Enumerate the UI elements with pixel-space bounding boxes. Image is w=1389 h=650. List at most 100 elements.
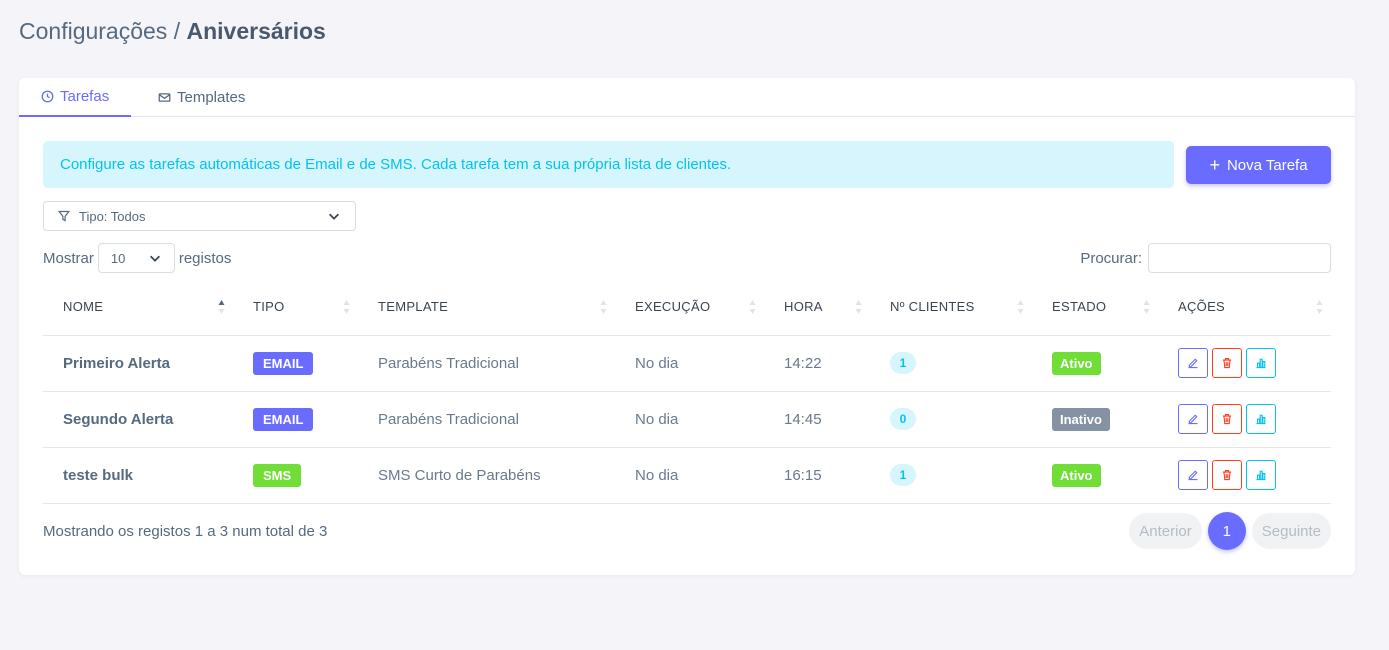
sort-icon xyxy=(343,300,350,314)
type-filter-select[interactable]: Tipo: Todos xyxy=(43,201,356,231)
col-header-hora[interactable]: HORA xyxy=(764,279,870,336)
sort-icon xyxy=(855,300,862,314)
breadcrumb-current: Aniversários xyxy=(186,18,326,44)
col-header-acoes[interactable]: AÇÕES xyxy=(1158,279,1331,336)
length-prefix: Mostrar xyxy=(43,249,94,267)
new-task-label: Nova Tarefa xyxy=(1226,156,1308,174)
clients-cell: 1 xyxy=(870,447,1032,504)
table-row: teste bulk SMS SMS Curto de Parabéns No … xyxy=(43,447,1331,504)
length-suffix: registos xyxy=(178,249,232,267)
pagination: Anterior 1 Seguinte xyxy=(1129,512,1331,550)
time-cell: 14:45 xyxy=(764,391,870,448)
clients-count-badge: 0 xyxy=(890,408,916,430)
pagination-page-1[interactable]: 1 xyxy=(1207,512,1246,550)
stats-button[interactable] xyxy=(1246,404,1276,434)
sort-icon xyxy=(749,300,756,314)
state-cell: Ativo xyxy=(1032,447,1158,504)
bar-chart-icon xyxy=(1256,358,1266,369)
page-length-control: Mostrar 10 registos xyxy=(43,243,231,273)
col-header-execucao[interactable]: EXECUÇÃO xyxy=(615,279,764,336)
type-badge: SMS xyxy=(253,463,302,487)
table-row: Segundo Alerta EMAIL Parabéns Tradiciona… xyxy=(43,391,1331,448)
page-title: Configurações / Aniversários xyxy=(19,18,326,45)
time-cell: 14:22 xyxy=(764,335,870,392)
edit-icon xyxy=(1188,470,1198,481)
execution-cell: No dia xyxy=(615,447,764,504)
execution-cell: No dia xyxy=(615,391,764,448)
tasks-card: Tarefas Templates Configure as tarefas a… xyxy=(19,78,1355,575)
pagination-prev-button[interactable]: Anterior xyxy=(1129,513,1202,549)
page-length-value: 10 xyxy=(110,250,126,266)
tab-tarefas-label: Tarefas xyxy=(60,88,110,105)
tab-templates[interactable]: Templates xyxy=(158,78,245,117)
breadcrumb-parent: Configurações / xyxy=(19,18,181,44)
clients-count-badge: 1 xyxy=(890,464,916,486)
bar-chart-icon xyxy=(1256,414,1266,425)
status-badge: Ativo xyxy=(1052,351,1101,375)
table-header-row: NOME TIPO TEMPLATE EXECUÇÃO HORA Nº CLIE… xyxy=(43,279,1331,336)
info-alert: Configure as tarefas automáticas de Emai… xyxy=(43,141,1174,188)
type-cell: SMS xyxy=(233,447,358,504)
col-header-template[interactable]: TEMPLATE xyxy=(358,279,615,336)
edit-button[interactable] xyxy=(1178,404,1208,434)
trash-icon xyxy=(1222,413,1232,425)
type-cell: EMAIL xyxy=(233,335,358,392)
template-cell: SMS Curto de Parabéns xyxy=(358,447,615,504)
new-task-button[interactable]: + Nova Tarefa xyxy=(1186,146,1331,184)
clients-cell: 1 xyxy=(870,335,1032,392)
task-name: Primeiro Alerta xyxy=(43,335,233,392)
status-badge: Inativo xyxy=(1052,407,1110,431)
table-info-text: Mostrando os registos 1 a 3 num total de… xyxy=(43,523,328,540)
clients-cell: 0 xyxy=(870,391,1032,448)
sort-icon xyxy=(1316,300,1323,314)
tab-bar: Tarefas Templates xyxy=(19,78,1355,117)
col-header-clientes[interactable]: Nº CLIENTES xyxy=(870,279,1032,336)
delete-button[interactable] xyxy=(1212,460,1242,490)
bar-chart-icon xyxy=(1256,470,1266,481)
type-filter-label: Tipo: Todos xyxy=(79,208,146,224)
sort-icon xyxy=(1017,300,1024,314)
trash-icon xyxy=(1222,357,1232,369)
state-cell: Ativo xyxy=(1032,335,1158,392)
edit-icon xyxy=(1188,358,1198,369)
task-name: Segundo Alerta xyxy=(43,391,233,448)
actions-cell xyxy=(1158,391,1331,448)
tab-tarefas[interactable]: Tarefas xyxy=(19,78,132,117)
clients-count-badge: 1 xyxy=(890,352,916,374)
delete-button[interactable] xyxy=(1212,404,1242,434)
edit-button[interactable] xyxy=(1178,348,1208,378)
col-header-nome[interactable]: NOME xyxy=(43,279,233,336)
clock-icon xyxy=(41,90,54,103)
template-cell: Parabéns Tradicional xyxy=(358,391,615,448)
filter-icon xyxy=(58,210,70,222)
status-badge: Ativo xyxy=(1052,463,1101,487)
col-header-estado[interactable]: ESTADO xyxy=(1032,279,1158,336)
table-row: Primeiro Alerta EMAIL Parabéns Tradicion… xyxy=(43,335,1331,392)
stats-button[interactable] xyxy=(1246,348,1276,378)
task-name: teste bulk xyxy=(43,447,233,504)
sort-icon xyxy=(1143,300,1150,314)
actions-cell xyxy=(1158,447,1331,504)
sort-asc-icon xyxy=(218,300,225,314)
type-badge: EMAIL xyxy=(253,407,314,431)
tasks-table: NOME TIPO TEMPLATE EXECUÇÃO HORA Nº CLIE… xyxy=(43,279,1331,504)
plus-icon: + xyxy=(1209,155,1220,175)
page-length-select[interactable]: 10 xyxy=(97,243,175,273)
state-cell: Inativo xyxy=(1032,391,1158,448)
chevron-down-icon xyxy=(329,213,339,220)
edit-button[interactable] xyxy=(1178,460,1208,490)
time-cell: 16:15 xyxy=(764,447,870,504)
tab-templates-label: Templates xyxy=(177,89,246,106)
sort-icon xyxy=(600,300,607,314)
search-input[interactable] xyxy=(1148,243,1331,273)
actions-cell xyxy=(1158,335,1331,392)
search-control: Procurar: xyxy=(1080,243,1331,273)
envelope-icon xyxy=(158,93,171,102)
template-cell: Parabéns Tradicional xyxy=(358,335,615,392)
col-header-tipo[interactable]: TIPO xyxy=(233,279,358,336)
pagination-next-button[interactable]: Seguinte xyxy=(1251,513,1331,549)
stats-button[interactable] xyxy=(1246,460,1276,490)
type-cell: EMAIL xyxy=(233,391,358,448)
info-alert-text: Configure as tarefas automáticas de Emai… xyxy=(60,156,732,173)
delete-button[interactable] xyxy=(1212,348,1242,378)
